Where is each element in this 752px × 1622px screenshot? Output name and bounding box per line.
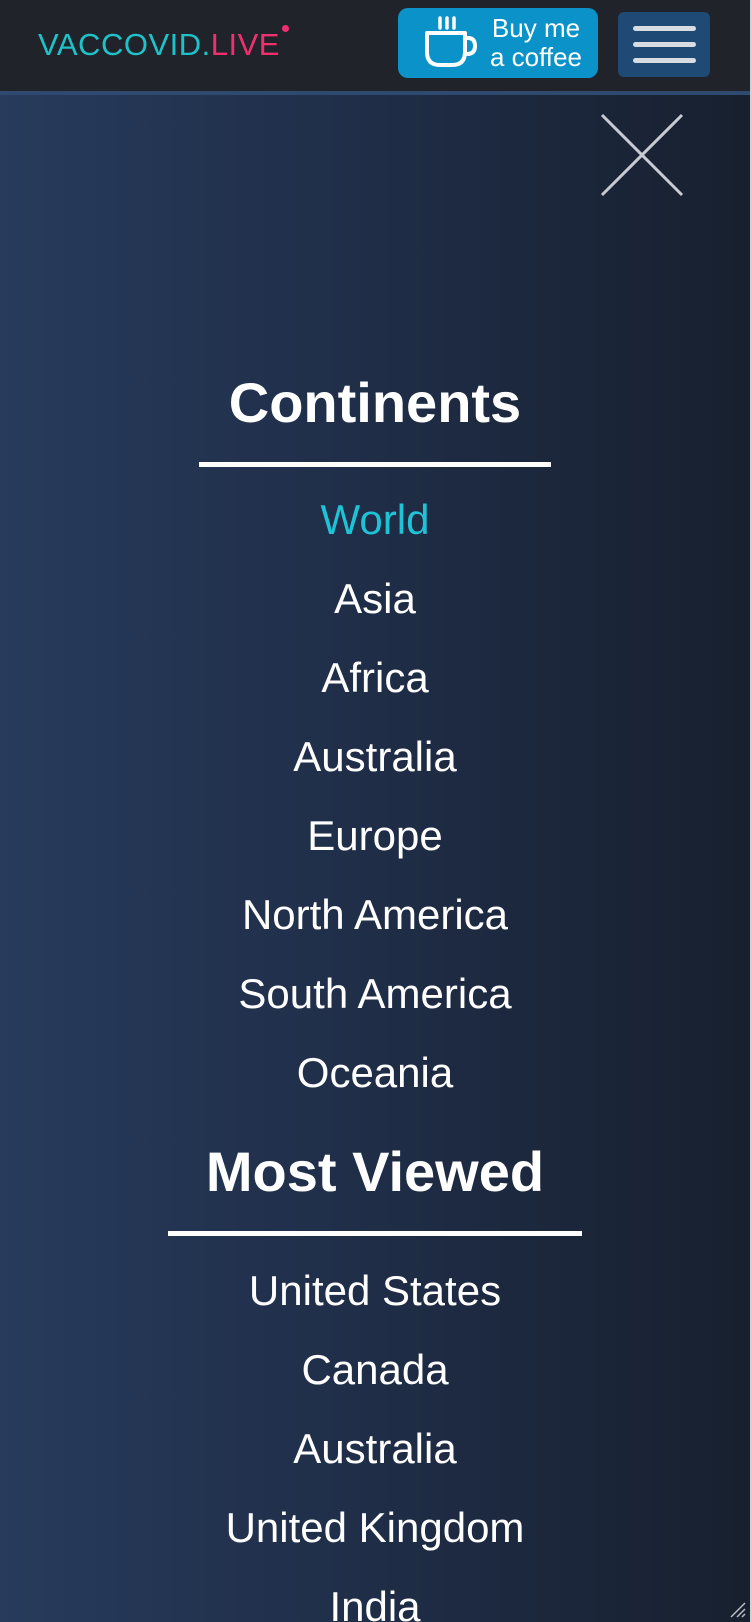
coffee-label-line1: Buy me (491, 13, 581, 43)
coffee-button-label: Buy me a coffee (482, 14, 590, 72)
hamburger-icon-bar (633, 42, 696, 47)
logo-dot (282, 25, 289, 32)
menu-item-south-america[interactable]: South America (0, 969, 750, 1019)
most-viewed-divider (168, 1231, 582, 1236)
navigation-overlay: Continents World Asia Africa Australia E… (0, 95, 750, 1622)
continents-divider (199, 462, 551, 467)
logo-text-main: VACCOVID. (38, 27, 211, 62)
site-logo[interactable]: VACCOVID.LIVE (38, 25, 289, 63)
menu-item-canada[interactable]: Canada (0, 1345, 750, 1395)
menu-item-africa[interactable]: Africa (0, 653, 750, 703)
menu-item-europe[interactable]: Europe (0, 811, 750, 861)
menu-item-asia[interactable]: Asia (0, 574, 750, 624)
most-viewed-heading: Most Viewed (205, 1140, 545, 1203)
top-navigation-bar: VACCOVID.LIVE Buy me a coffee (0, 0, 750, 95)
hamburger-menu-button[interactable] (618, 12, 710, 77)
menu-item-oceania[interactable]: Oceania (0, 1048, 750, 1098)
resize-grip-icon[interactable] (728, 1600, 746, 1618)
menu-item-australia[interactable]: Australia (0, 732, 750, 782)
menu-item-india[interactable]: India (0, 1582, 750, 1622)
hamburger-icon-bar (633, 58, 696, 63)
menu-item-australia-viewed[interactable]: Australia (0, 1424, 750, 1474)
menu-item-united-states[interactable]: United States (0, 1266, 750, 1316)
coffee-label-line2: a coffee (489, 42, 583, 72)
buy-me-a-coffee-button[interactable]: Buy me a coffee (398, 8, 598, 78)
logo-text-accent: LIVE (210, 27, 280, 62)
close-icon[interactable] (598, 111, 686, 199)
continents-heading: Continents (228, 371, 522, 434)
page: VACCOVID.LIVE Buy me a coffee Continents… (0, 0, 752, 1622)
coffee-cup-icon (425, 16, 478, 67)
hamburger-icon (633, 26, 696, 31)
menu-item-world[interactable]: World (0, 495, 750, 545)
menu-item-united-kingdom[interactable]: United Kingdom (0, 1503, 750, 1553)
menu-item-north-america[interactable]: North America (0, 890, 750, 940)
